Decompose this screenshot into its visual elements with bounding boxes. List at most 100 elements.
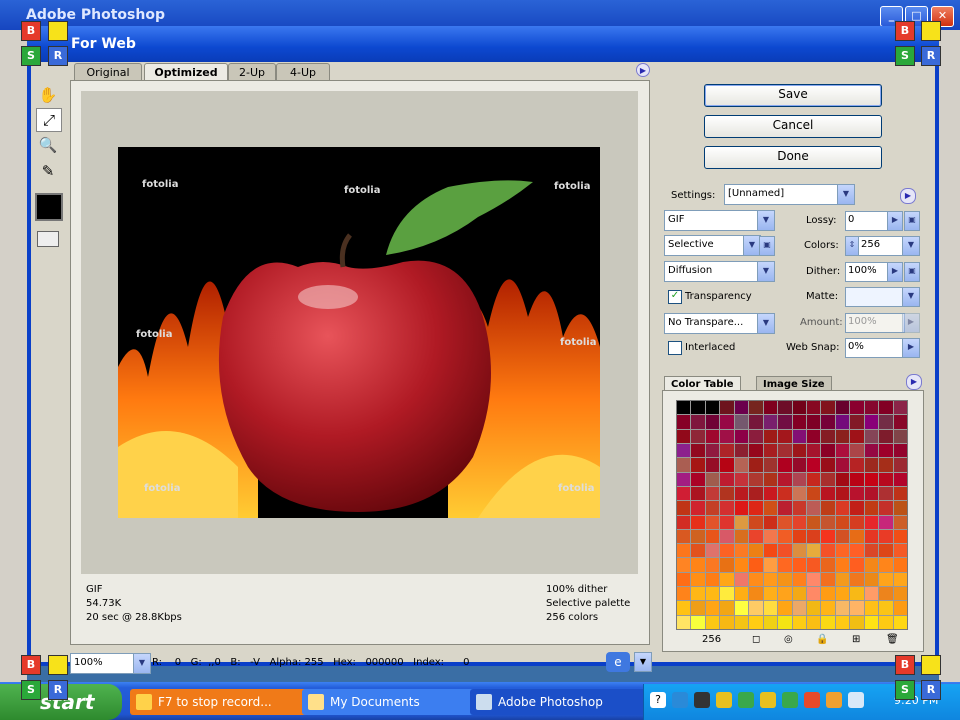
dither-algorithm-select[interactable]: Diffusion ▼: [664, 261, 775, 282]
color-swatch[interactable]: [893, 443, 907, 458]
color-swatch[interactable]: [778, 572, 792, 587]
color-table-grid[interactable]: [676, 400, 908, 630]
color-swatch[interactable]: [705, 544, 720, 558]
color-swatch[interactable]: [705, 458, 720, 472]
color-swatch[interactable]: [893, 429, 907, 443]
color-swatch[interactable]: [778, 415, 792, 429]
color-swatch[interactable]: [893, 415, 907, 429]
color-swatch[interactable]: [806, 515, 821, 529]
color-swatch[interactable]: [806, 401, 821, 415]
tray-app-icon[interactable]: [694, 692, 710, 708]
lossy-input[interactable]: 0: [845, 211, 889, 231]
color-swatch[interactable]: [734, 587, 749, 601]
color-swatch[interactable]: [893, 601, 907, 615]
color-swatch[interactable]: [879, 472, 893, 486]
color-swatch[interactable]: [763, 572, 778, 587]
color-swatch[interactable]: [778, 529, 792, 544]
color-swatch[interactable]: [835, 401, 850, 415]
color-swatch[interactable]: [763, 615, 778, 629]
color-swatch[interactable]: [879, 615, 893, 629]
color-swatch[interactable]: [864, 429, 879, 443]
color-swatch[interactable]: [734, 601, 749, 615]
overlay-s-box[interactable]: S: [895, 680, 915, 700]
amount-slider-icon[interactable]: ▶: [902, 313, 920, 333]
color-swatch[interactable]: [821, 515, 835, 529]
color-swatch[interactable]: [835, 458, 850, 472]
settings-menu-icon[interactable]: ▶: [900, 188, 916, 204]
color-swatch[interactable]: [806, 429, 821, 443]
color-swatch[interactable]: [763, 415, 778, 429]
color-swatch[interactable]: [720, 472, 734, 486]
color-swatch[interactable]: [763, 587, 778, 601]
help-icon[interactable]: ?: [650, 692, 666, 708]
color-swatch[interactable]: [677, 601, 691, 615]
color-swatch[interactable]: [705, 529, 720, 544]
color-swatch[interactable]: [792, 501, 806, 515]
color-swatch[interactable]: [879, 544, 893, 558]
color-swatch[interactable]: [879, 401, 893, 415]
color-swatch[interactable]: [677, 558, 691, 572]
color-swatch[interactable]: [850, 472, 864, 486]
color-swatch[interactable]: [806, 458, 821, 472]
web-snap-slider-icon[interactable]: ▶: [902, 338, 920, 358]
color-swatch[interactable]: [734, 529, 749, 544]
color-swatch[interactable]: [677, 544, 691, 558]
color-swatch[interactable]: [864, 544, 879, 558]
color-swatch[interactable]: [821, 558, 835, 572]
color-swatch[interactable]: [720, 558, 734, 572]
color-swatch[interactable]: [850, 429, 864, 443]
color-swatch[interactable]: [778, 472, 792, 486]
color-swatch[interactable]: [677, 429, 691, 443]
overlay-r-box[interactable]: R: [921, 46, 941, 66]
color-swatch[interactable]: [806, 572, 821, 587]
color-swatch[interactable]: [734, 615, 749, 629]
color-swatch[interactable]: [864, 515, 879, 529]
color-swatch[interactable]: [705, 601, 720, 615]
color-swatch[interactable]: [879, 458, 893, 472]
tray-network-icon[interactable]: [738, 692, 754, 708]
color-swatch[interactable]: [677, 572, 691, 587]
color-swatch[interactable]: [850, 544, 864, 558]
color-swatch[interactable]: [677, 587, 691, 601]
color-swatch[interactable]: [734, 558, 749, 572]
color-swatch[interactable]: [850, 572, 864, 587]
task-my-documents[interactable]: My Documents: [302, 689, 490, 715]
color-swatch[interactable]: [691, 472, 705, 486]
color-swatch[interactable]: [879, 572, 893, 587]
format-select[interactable]: GIF ▼: [664, 210, 775, 231]
color-swatch[interactable]: [763, 458, 778, 472]
matte-color-field[interactable]: [845, 287, 905, 307]
color-swatch[interactable]: [806, 529, 821, 544]
color-swatch[interactable]: [677, 401, 691, 415]
tray-security-icon[interactable]: [760, 692, 776, 708]
shield-icon[interactable]: [716, 692, 732, 708]
color-swatch[interactable]: [734, 515, 749, 529]
dither-input[interactable]: 100%: [845, 262, 889, 282]
color-swatch[interactable]: [821, 544, 835, 558]
optimized-image[interactable]: fotolia fotolia fotolia fotolia fotolia …: [118, 147, 600, 518]
color-swatch[interactable]: [720, 415, 734, 429]
color-swatch[interactable]: [763, 558, 778, 572]
color-swatch[interactable]: [835, 601, 850, 615]
color-swatch[interactable]: [763, 544, 778, 558]
tray-speaker-icon[interactable]: [848, 692, 864, 708]
color-swatch[interactable]: [763, 515, 778, 529]
color-swatch[interactable]: [864, 572, 879, 587]
color-swatch[interactable]: [734, 501, 749, 515]
color-swatch[interactable]: [763, 429, 778, 443]
task-photoshop[interactable]: Adobe Photoshop: [470, 689, 664, 715]
eyedropper-tool-icon[interactable]: ✎: [36, 160, 60, 182]
color-swatch[interactable]: [677, 443, 691, 458]
color-swatch[interactable]: [705, 415, 720, 429]
color-swatch[interactable]: [705, 429, 720, 443]
color-swatch[interactable]: [677, 472, 691, 486]
color-swatch[interactable]: [806, 587, 821, 601]
chevron-down-icon[interactable]: ▼: [902, 287, 920, 307]
color-swatch[interactable]: [778, 615, 792, 629]
color-swatch[interactable]: [691, 401, 705, 415]
color-swatch[interactable]: [806, 615, 821, 629]
web-shift-icon[interactable]: ◻: [752, 634, 760, 645]
color-swatch[interactable]: [778, 515, 792, 529]
color-swatch[interactable]: [821, 415, 835, 429]
cancel-button[interactable]: Cancel: [704, 115, 882, 138]
